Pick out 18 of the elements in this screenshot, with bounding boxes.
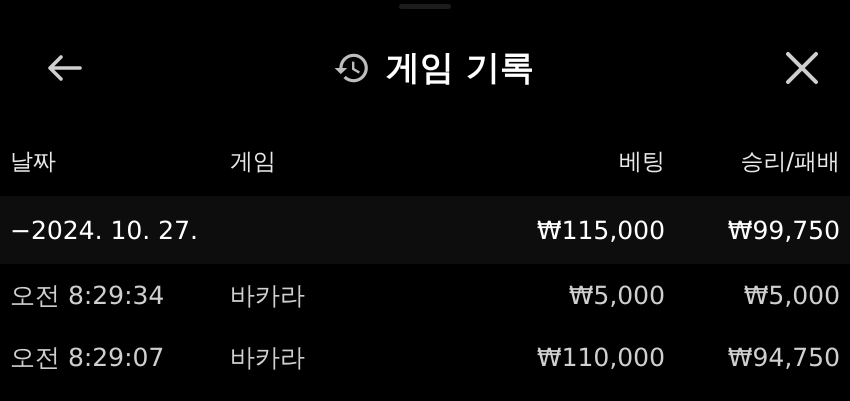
result-cell-text: ₩94,750 <box>726 342 840 372</box>
column-header: 승리/패배 <box>739 148 840 176</box>
window-title: 게임 기록 <box>386 47 534 90</box>
collapse-toggle[interactable]: − <box>10 216 31 244</box>
result-cell-text: ₩5,000 <box>742 280 840 310</box>
date-cell: 2024. 10. 27. <box>30 216 198 244</box>
column-header: 베팅 <box>618 148 665 176</box>
time-cell-text: 오전 8:29:34 <box>10 280 166 312</box>
time-cell-text: 오전 8:29:07 <box>10 342 166 374</box>
column-header: 게임 <box>230 148 277 176</box>
bet-cell-text: ₩5,000 <box>568 280 665 310</box>
column-header: 날짜 <box>10 148 57 176</box>
game-cell-text: 바카라 <box>230 280 306 312</box>
bet-total: ₩115,000 <box>536 216 665 244</box>
drag-handle[interactable] <box>399 4 451 9</box>
result-total: ₩99,750 <box>726 216 840 244</box>
bet-cell-text: ₩110,000 <box>536 342 665 372</box>
game-cell-text: 바카라 <box>230 342 306 374</box>
